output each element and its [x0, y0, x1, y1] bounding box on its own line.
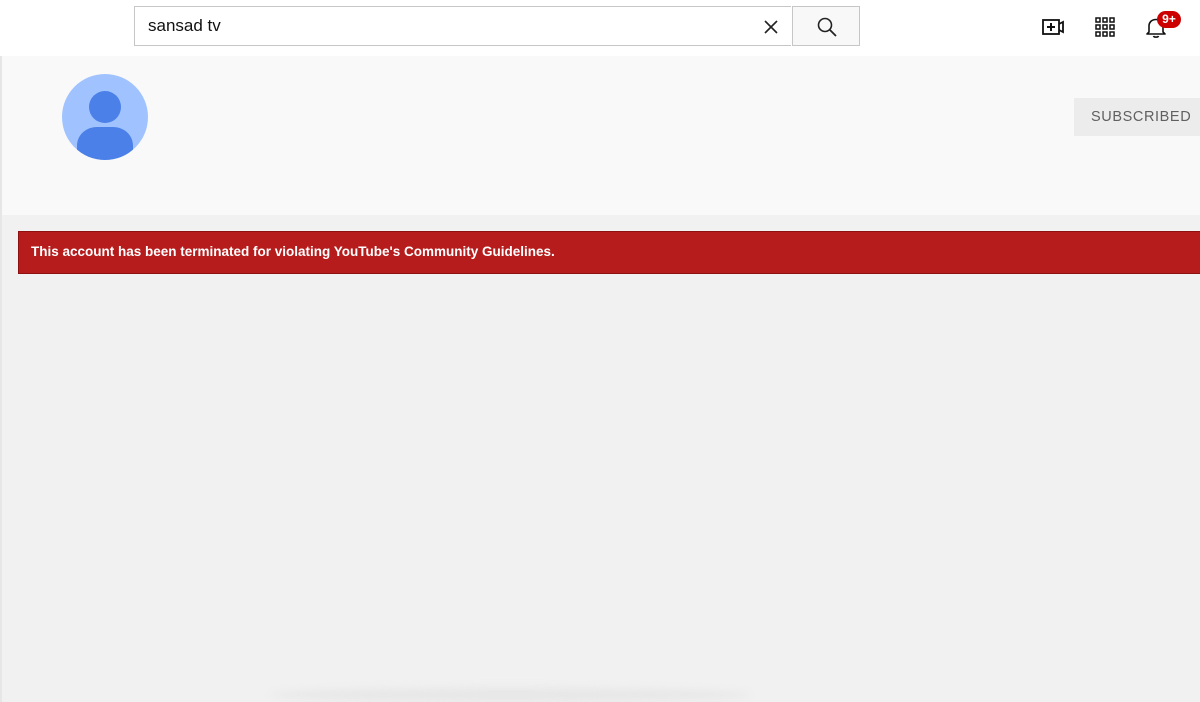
content-shadow — [270, 688, 750, 702]
search-button[interactable] — [792, 6, 860, 46]
subscribed-button[interactable]: SUBSCRIBED — [1074, 98, 1200, 136]
top-bar: 9+ — [0, 0, 1200, 56]
search-input[interactable] — [135, 7, 758, 45]
search-box[interactable] — [134, 6, 791, 46]
apps-grid-icon[interactable] — [1092, 14, 1118, 40]
account-terminated-banner: This account has been terminated for vio… — [18, 231, 1200, 274]
search-icon — [817, 17, 837, 37]
video-create-icon[interactable] — [1040, 14, 1066, 40]
page-left-edge — [0, 56, 2, 702]
close-icon[interactable] — [762, 18, 780, 36]
termination-message: This account has been terminated for vio… — [31, 244, 555, 259]
channel-header: SUBSCRIBED — [0, 56, 1200, 215]
notification-badge: 9+ — [1157, 11, 1181, 28]
default-avatar-icon — [62, 74, 148, 160]
